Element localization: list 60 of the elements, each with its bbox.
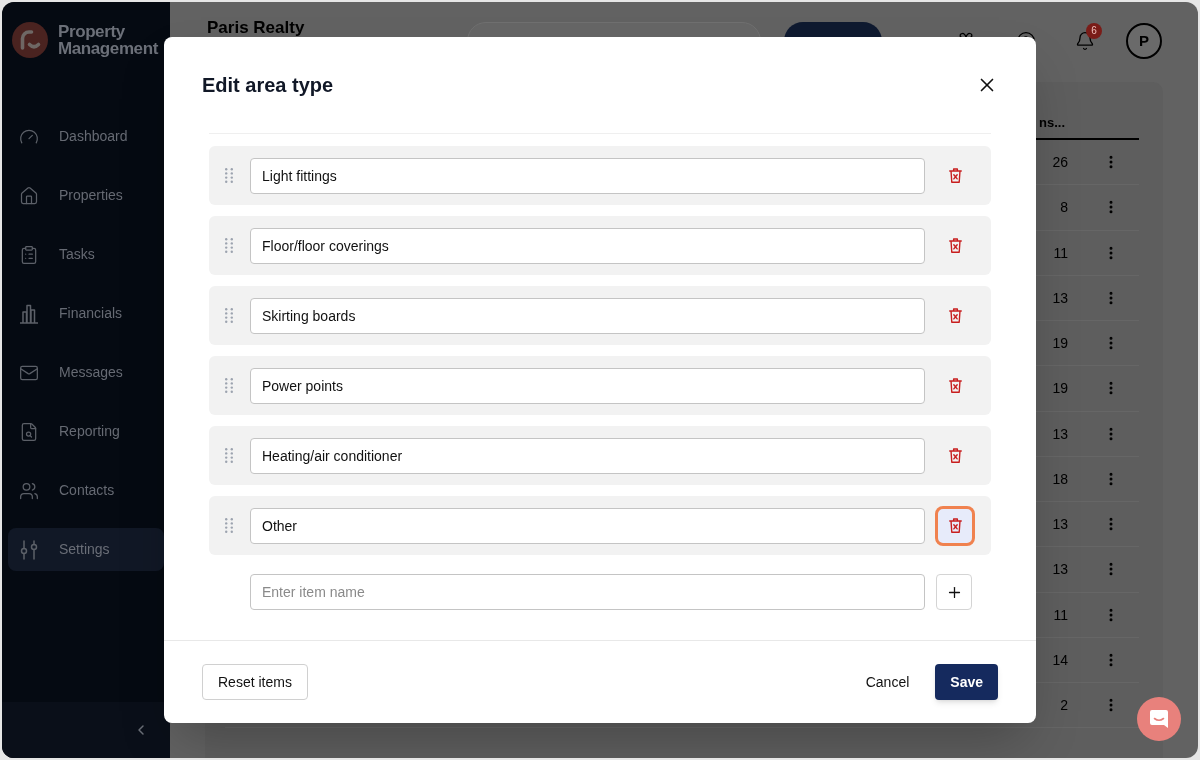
table-cell: 13 xyxy=(1052,561,1068,578)
item-name-field[interactable]: Other xyxy=(250,507,925,544)
table-cell: 13 xyxy=(1052,425,1068,442)
drag-handle-icon[interactable] xyxy=(225,448,233,463)
table-cell: 11 xyxy=(1053,606,1068,623)
house-icon xyxy=(19,185,39,206)
drag-handle-icon[interactable] xyxy=(225,518,233,533)
table-cell: 2 xyxy=(1060,697,1068,714)
logo-icon xyxy=(12,22,48,58)
dialog-title: Edit area type xyxy=(202,73,334,98)
sidebar-item[interactable]: Dashboard xyxy=(8,115,164,158)
trash-icon xyxy=(948,168,962,183)
item-name-field[interactable]: Heating/air conditioner xyxy=(250,437,925,474)
trash-icon xyxy=(948,378,962,393)
table-cell: 19 xyxy=(1052,380,1068,397)
sidebar-item[interactable]: Properties xyxy=(8,174,164,217)
item-name-field[interactable]: Skirting boards xyxy=(250,297,925,334)
save-button[interactable]: Save xyxy=(935,664,998,700)
page-title: Paris Realty xyxy=(207,19,306,36)
bar-chart-icon xyxy=(19,303,39,324)
add-button[interactable] xyxy=(936,574,972,610)
notification-badge: 6 xyxy=(1086,23,1102,39)
cancel-button[interactable]: Cancel xyxy=(849,664,926,700)
trash-icon xyxy=(948,238,962,253)
table-cell: 19 xyxy=(1052,335,1068,352)
table-cell: 13 xyxy=(1052,289,1068,306)
column-header: ns... xyxy=(1039,114,1065,130)
sidebar-item[interactable]: Messages xyxy=(8,351,164,394)
table-cell: 18 xyxy=(1052,470,1068,487)
drag-handle-icon[interactable] xyxy=(225,168,233,183)
people-icon xyxy=(19,480,39,501)
clipboard-icon xyxy=(19,244,39,265)
drag-handle-icon[interactable] xyxy=(225,238,233,253)
drag-handle-icon[interactable] xyxy=(225,378,233,393)
avatar[interactable]: P xyxy=(1126,23,1162,59)
item-name-field[interactable]: Floor/floor coverings xyxy=(250,227,925,264)
table-cell: 8 xyxy=(1060,199,1068,216)
chat-icon xyxy=(1149,709,1169,729)
table-cell: 11 xyxy=(1053,244,1068,261)
document-search-icon xyxy=(19,421,39,442)
trash-icon xyxy=(948,308,962,323)
sidebar-item[interactable]: Tasks xyxy=(8,233,164,276)
new-item-field[interactable]: Enter item name xyxy=(250,574,925,610)
sidebar-item[interactable]: Contacts xyxy=(8,469,164,512)
logo-text: Property Management xyxy=(58,23,160,57)
table-cell: 14 xyxy=(1052,651,1068,668)
delete-button[interactable] xyxy=(935,505,975,546)
drag-handle-icon[interactable] xyxy=(225,308,233,323)
table-cell: 26 xyxy=(1052,154,1068,171)
item-name-field[interactable]: Power points xyxy=(250,367,925,404)
sidebar-item[interactable]: Financials xyxy=(8,292,164,335)
item-name-field[interactable]: Light fittings xyxy=(250,157,925,194)
chat-button[interactable] xyxy=(1137,697,1181,741)
trash-icon xyxy=(948,518,962,533)
sliders-icon xyxy=(19,539,39,560)
sidebar-item[interactable]: Reporting xyxy=(8,410,164,453)
table-cell: 13 xyxy=(1052,516,1068,533)
trash-icon xyxy=(948,448,962,463)
sidebar-item[interactable]: Settings xyxy=(8,528,164,571)
reset-items-button[interactable]: Reset items xyxy=(202,664,308,700)
